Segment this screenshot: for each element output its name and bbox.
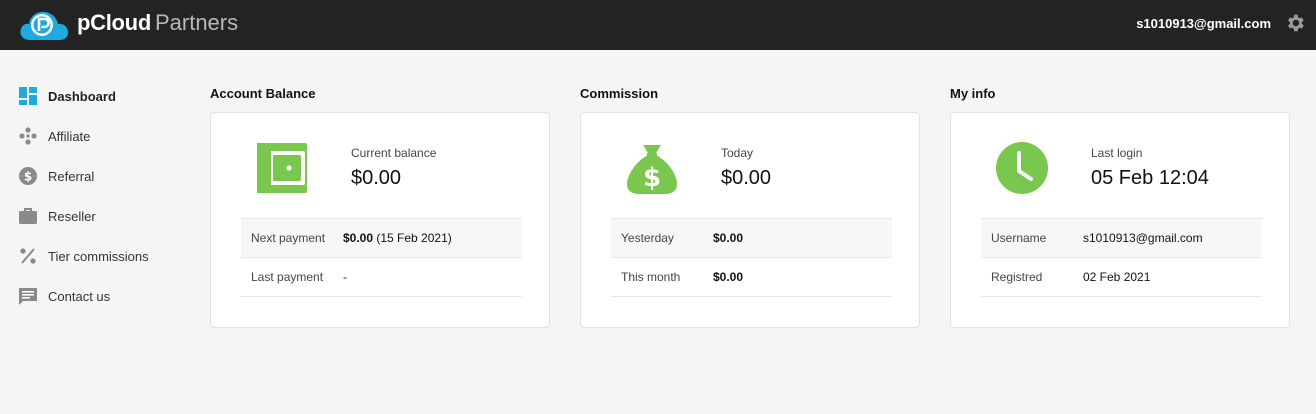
svg-text:$: $	[24, 170, 32, 184]
section-title: Commission	[580, 86, 659, 101]
row-value: $0.00 (15 Feb 2021)	[343, 231, 452, 245]
this-month-amount: $0.00	[713, 270, 744, 284]
table-row: Username s1010913@gmail.com	[981, 219, 1262, 258]
row-key: Next payment	[251, 231, 326, 245]
table-row: This month $0.00	[611, 258, 892, 297]
sidebar-item-contact-us[interactable]: Contact us	[0, 276, 190, 316]
last-login-value: 05 Feb 12:04	[1091, 167, 1209, 189]
svg-text:$: $	[643, 163, 661, 193]
section-title: My info	[950, 86, 996, 101]
clock-icon	[996, 142, 1048, 194]
brand-main: pCloud	[77, 10, 151, 35]
top-bar: pCloud Partners s1010913@gmail.com	[0, 0, 1316, 50]
sidebar-item-label: Contact us	[48, 288, 111, 304]
percent-icon	[18, 246, 38, 266]
chat-icon	[18, 286, 38, 306]
today-value: $0.00	[721, 167, 772, 189]
account-balance-section: Account Balance Current balance $0.00 Ne…	[210, 86, 550, 328]
dollar-circle-icon: $	[18, 166, 38, 186]
money-bag-icon: $	[627, 145, 677, 194]
row-key: Yesterday	[621, 231, 674, 245]
gear-icon[interactable]	[1284, 12, 1306, 34]
my-info-details: Username s1010913@gmail.com Registred 02…	[981, 218, 1262, 297]
sidebar-item-affiliate[interactable]: Affiliate	[0, 116, 190, 156]
row-key: This month	[621, 270, 681, 284]
briefcase-icon	[18, 206, 38, 226]
user-email[interactable]: s1010913@gmail.com	[1136, 16, 1271, 31]
sidebar: Dashboard Affiliate $ Referral Reseller …	[0, 76, 190, 316]
my-info-section: My info Last login 05 Feb 12:04 Username…	[950, 86, 1290, 328]
row-value: $0.00	[713, 231, 743, 245]
brand-sub: Partners	[154, 10, 239, 35]
commission-card: $ Today $0.00 Yesterday $0.00 This month…	[580, 112, 920, 328]
next-payment-date: (15 Feb 2021)	[373, 231, 452, 245]
brand-title: pCloud Partners	[77, 10, 238, 36]
row-value: -	[343, 270, 347, 284]
affiliate-icon	[18, 126, 38, 146]
last-login-label: Last login	[1091, 146, 1143, 160]
sidebar-item-reseller[interactable]: Reseller	[0, 196, 190, 236]
today-label: Today	[721, 146, 754, 160]
balance-details: Next payment $0.00 (15 Feb 2021) Last pa…	[241, 218, 522, 297]
yesterday-amount: $0.00	[713, 231, 744, 245]
sidebar-item-label: Affiliate	[48, 128, 91, 144]
row-value: $0.00	[713, 270, 743, 284]
sidebar-item-referral[interactable]: $ Referral	[0, 156, 190, 196]
table-row: Yesterday $0.00	[611, 219, 892, 258]
dashboard-icon	[18, 86, 38, 106]
row-value: 02 Feb 2021	[1083, 270, 1151, 284]
current-balance-label: Current balance	[351, 146, 437, 160]
account-balance-card: Current balance $0.00 Next payment $0.00…	[210, 112, 550, 328]
sidebar-item-dashboard[interactable]: Dashboard	[0, 76, 190, 116]
current-balance-value: $0.00	[351, 167, 402, 189]
section-title: Account Balance	[210, 86, 316, 101]
next-payment-amount: $0.00	[343, 231, 374, 245]
row-key: Registred	[991, 270, 1043, 284]
sidebar-item-label: Reseller	[48, 208, 96, 224]
sidebar-item-label: Dashboard	[48, 88, 116, 104]
table-row: Registred 02 Feb 2021	[981, 258, 1262, 297]
sidebar-item-label: Tier commissions	[48, 248, 149, 264]
row-value: s1010913@gmail.com	[1083, 231, 1203, 245]
commission-section: Commission $ Today $0.00 Yesterday $0.00…	[580, 86, 920, 328]
table-row: Next payment $0.00 (15 Feb 2021)	[241, 219, 522, 258]
commission-details: Yesterday $0.00 This month $0.00	[611, 218, 892, 297]
my-info-card: Last login 05 Feb 12:04 Username s101091…	[950, 112, 1290, 328]
sidebar-item-tier-commissions[interactable]: Tier commissions	[0, 236, 190, 276]
pcloud-logo-icon[interactable]	[18, 7, 70, 43]
sidebar-item-label: Referral	[48, 168, 95, 184]
row-key: Username	[991, 231, 1047, 245]
table-row: Last payment -	[241, 258, 522, 297]
row-key: Last payment	[251, 270, 324, 284]
wallet-icon	[257, 143, 307, 193]
